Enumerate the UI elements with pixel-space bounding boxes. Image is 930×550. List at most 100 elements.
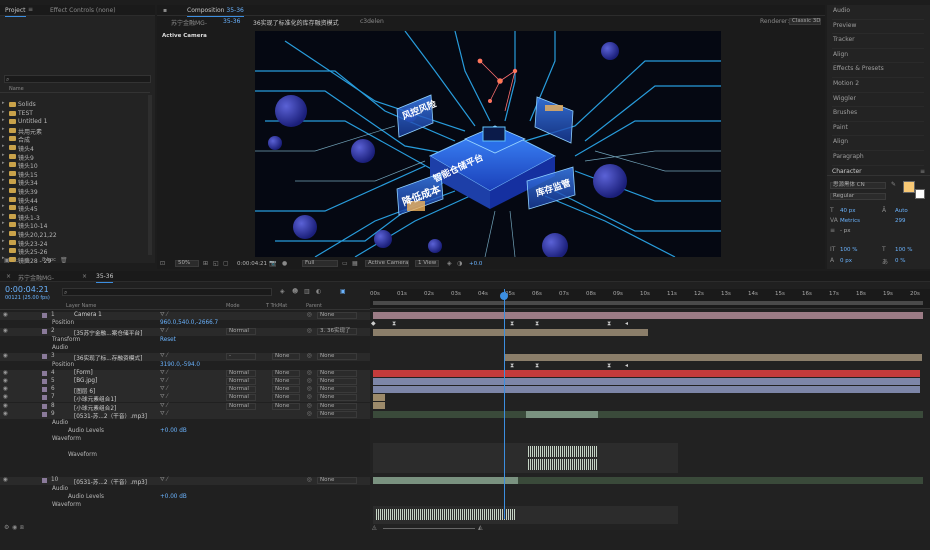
layer-row[interactable]: Waveform [0,452,370,460]
region-icon[interactable]: ▢ [223,260,229,267]
layer-switch-icon[interactable]: ⛛ ⁄ [160,411,168,418]
expand-arrow-icon[interactable]: ▸ [2,195,5,201]
visibility-icon[interactable]: ◉ [3,411,8,417]
property-name[interactable]: Audio [52,486,68,492]
layer-switch-icon[interactable]: ⛛ ⁄ [160,378,168,385]
layer-switch-icon[interactable]: ⛛ ⁄ [160,477,168,484]
panel-item-preview[interactable]: Preview [832,20,924,35]
shy-icon[interactable]: ☻ [292,288,298,295]
panel-item-align[interactable]: Align [832,49,924,64]
expand-arrow-icon[interactable]: ▸ [2,143,5,149]
parent-dropdown[interactable]: None [317,353,357,360]
close-icon[interactable]: × [82,273,87,280]
layer3-bar[interactable] [505,354,922,361]
tab-timeline-2[interactable]: 35-36 [96,273,114,283]
layer-switches-icon[interactable]: ⚙ [4,524,9,531]
bpc-label[interactable]: 8 bpc [42,257,56,263]
expand-arrow-icon[interactable]: ▸ [2,100,5,106]
parent-dropdown[interactable]: None [317,378,357,385]
parent-dropdown[interactable]: None [317,370,357,377]
stroke-color-swatch[interactable] [915,189,925,199]
lock-icon[interactable]: ▪ [163,7,167,14]
baseline-value[interactable]: 0 px [840,258,852,264]
eyedropper-icon[interactable]: ✎ [891,181,896,188]
expand-arrow-icon[interactable]: ▸ [2,134,5,140]
tab-project[interactable]: Project [5,7,26,17]
trkmat-dropdown[interactable]: None [272,353,300,360]
label-color[interactable] [42,404,47,409]
keyframe[interactable]: ◂ [625,320,628,327]
layer9-active-bar[interactable] [526,411,598,418]
zoom-in-icon[interactable]: ◭ [478,524,483,531]
roi-icon[interactable]: ▭ [342,260,348,267]
visibility-icon[interactable]: ◉ [3,378,8,384]
property-value[interactable]: Reset [160,337,176,343]
draft-3d-icon[interactable]: ◈ [280,288,285,295]
blend-mode-dropdown[interactable]: Normal [226,403,256,410]
label-color[interactable] [42,395,47,400]
layer-switch-icon[interactable]: ⛛ ⁄ [160,312,168,319]
parent-pickwhip-icon[interactable]: ◎ [307,411,312,417]
parent-dropdown[interactable]: None [317,394,357,401]
stroke-width-value[interactable]: - px [840,228,850,234]
keyframe[interactable]: ⧗ [392,320,396,328]
panel-item-tracker[interactable]: Tracker [832,34,924,49]
camera-dropdown[interactable]: Active Camera [365,260,409,267]
fill-color-swatch[interactable] [903,181,915,193]
panel-item-motion-2[interactable]: Motion 2 [832,78,924,93]
always-preview-icon[interactable]: ⊡ [160,260,165,267]
keyframe[interactable]: ⧗ [607,320,611,328]
visibility-icon[interactable]: ◉ [3,386,8,392]
grid-icon[interactable]: ⊞ [203,260,208,267]
col-parent[interactable]: Parent [306,303,322,309]
keyframe[interactable]: ◆ [371,320,376,327]
parent-pickwhip-icon[interactable]: ◎ [307,328,312,334]
expand-arrow-icon[interactable]: ▸ [2,220,5,226]
expand-arrow-icon[interactable]: ▸ [2,203,5,209]
keyframe[interactable]: ⧗ [535,320,539,328]
crumb-2[interactable]: 35-36 [223,18,240,25]
trkmat-dropdown[interactable]: None [272,394,300,401]
layer-row[interactable]: Waveform [0,502,370,510]
parent-pickwhip-icon[interactable]: ◎ [307,353,312,359]
parent-pickwhip-icon[interactable]: ◎ [307,386,312,392]
project-scrollbar[interactable] [148,95,152,255]
parent-pickwhip-icon[interactable]: ◎ [307,312,312,318]
parent-pickwhip-icon[interactable]: ◎ [307,477,312,483]
visibility-icon[interactable]: ◉ [3,370,8,376]
expand-arrow-icon[interactable]: ▸ [2,160,5,166]
panel-item-wiggler[interactable]: Wiggler [832,93,924,108]
visibility-icon[interactable]: ◉ [3,477,8,483]
panel-item-brushes[interactable]: Brushes [832,107,924,122]
tab-composition[interactable]: Composition 35-36 [187,7,244,17]
project-item[interactable]: TEST [18,110,33,117]
property-value[interactable]: 960.0,540.0,-2666.7 [160,320,218,326]
layer6-bar[interactable] [373,386,920,393]
transfer-controls-icon[interactable]: ◉ [12,524,17,531]
layer-name[interactable]: [BG.jpg] [74,378,97,384]
parent-pickwhip-icon[interactable]: ◎ [307,403,312,409]
crumb-1[interactable]: 苏宁金融MG- [171,18,207,27]
visibility-icon[interactable]: ◉ [3,328,8,334]
toggle-pixel-icon[interactable]: ◈ [447,260,452,267]
layer10-active-bar[interactable] [373,477,518,484]
timeline-timecode[interactable]: 0:00:04:21 [5,285,49,294]
search-input[interactable]: ⌕ [4,75,151,83]
keyframe[interactable]: ⧗ [535,362,539,370]
exposure-value[interactable]: +0.0 [469,261,482,267]
parent-pickwhip-icon[interactable]: ◎ [307,394,312,400]
layer-switch-icon[interactable]: ⛛ ⁄ [160,394,168,401]
keyframe[interactable]: ⧗ [607,362,611,370]
property-name[interactable]: Waveform [52,436,81,442]
font-style-dropdown[interactable]: Regular [830,193,886,200]
zoom-slider[interactable] [383,528,475,529]
project-item[interactable]: Solids [18,101,36,108]
property-value[interactable]: +0.00 dB [160,428,187,434]
font-family-dropdown[interactable]: 思源黑体 CN [830,182,886,189]
layer7-bar[interactable] [373,394,385,401]
blend-mode-dropdown[interactable]: Normal [226,378,256,385]
menu-icon[interactable]: ≡ [28,6,33,13]
layer-row[interactable]: ◉ 2 [35苏宁金融...案仓储平台] ⛛ ⁄ Normal ◎ 3. 36实现了 [0,328,370,337]
property-name[interactable]: Audio [52,345,68,351]
new-comp-icon[interactable]: ▦ [24,257,30,264]
